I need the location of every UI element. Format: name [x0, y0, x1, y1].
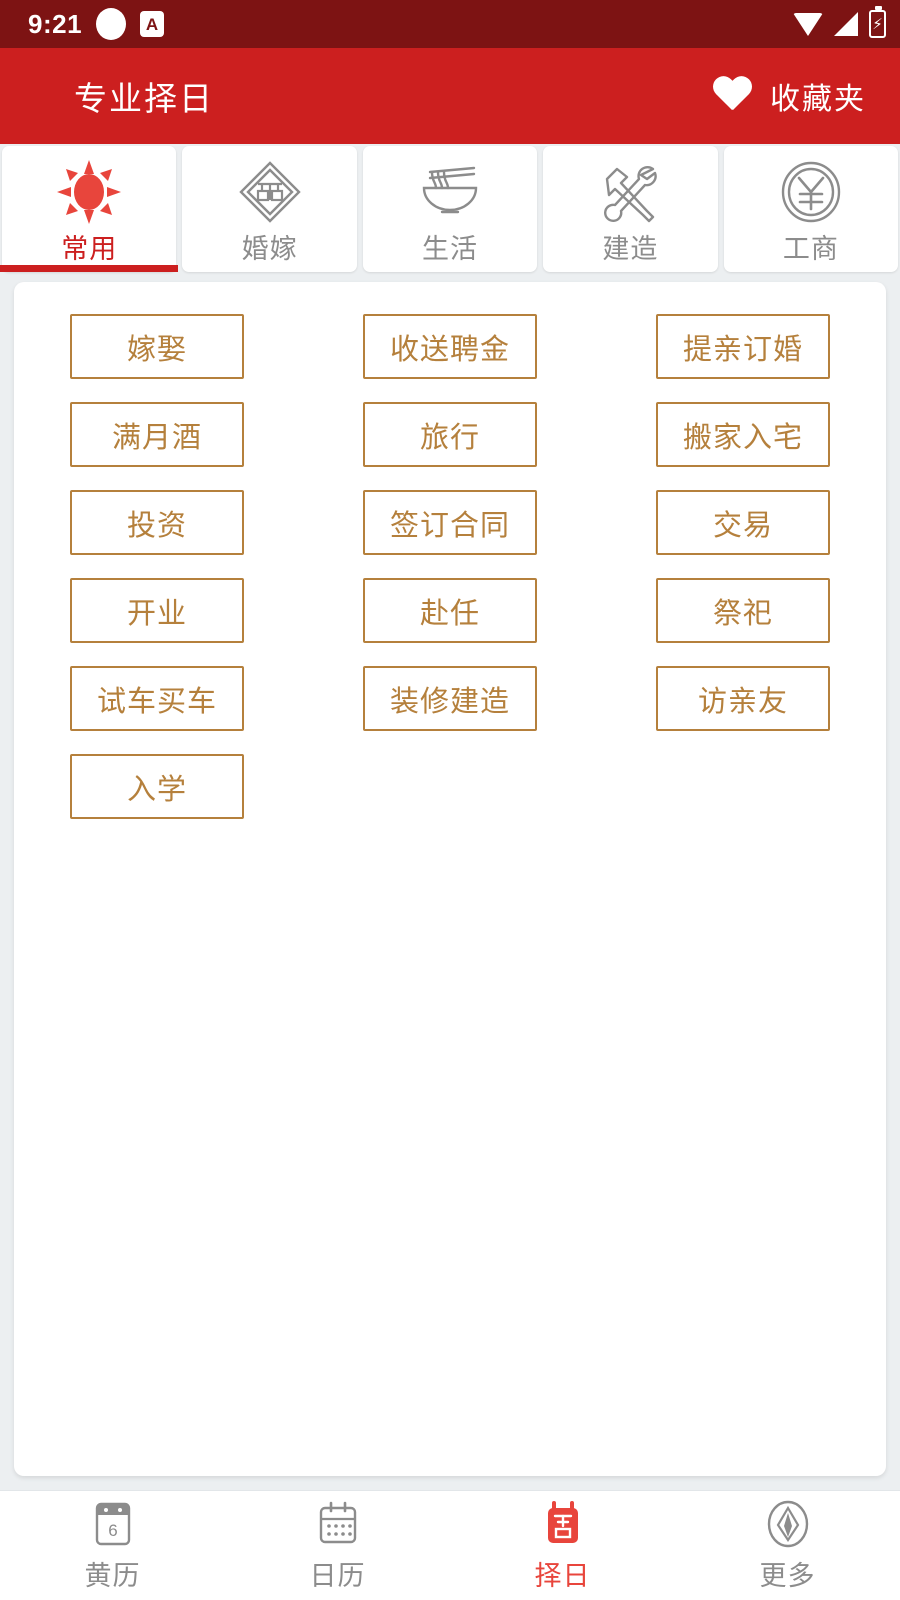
activity-button[interactable]: 旅行 [362, 402, 537, 467]
double-happiness-diamond-icon [182, 159, 356, 225]
page-title: 专业择日 [74, 80, 214, 117]
tab-jianzao[interactable]: 建造 [543, 146, 718, 272]
grid-cell: 投资 [70, 490, 305, 555]
calendar-day-icon: 6 [91, 1499, 135, 1549]
nav-item-zeri[interactable]: 择日 [450, 1499, 675, 1593]
activity-button[interactable]: 搬家入宅 [655, 402, 830, 467]
nav-label: 日历 [309, 1560, 366, 1591]
favorites-label: 收藏夹 [770, 83, 866, 116]
activity-button[interactable]: 赴任 [362, 578, 537, 643]
status-bar-left: 9:21 A [14, 8, 793, 40]
activity-button[interactable]: 装修建造 [362, 666, 537, 731]
grid-cell: 嫁娶 [70, 314, 305, 379]
activity-button[interactable]: 交易 [655, 490, 830, 555]
grid-cell: 搬家入宅 [595, 402, 830, 467]
nav-label: 黄历 [84, 1560, 141, 1591]
status-bar: 9:21 A ⚡ [0, 0, 900, 48]
bottom-navigation: 6 黄历 日历 择日 更多 [0, 1490, 900, 1600]
status-bar-clock: 9:21 [28, 8, 83, 39]
activity-card: 嫁娶 收送聘金 提亲订婚 满月酒 旅行 搬家入宅 投资 签订合同 交易 开业 赴… [14, 282, 886, 1476]
noodle-bowl-icon [363, 159, 537, 225]
tab-changyong[interactable]: 常用 [2, 146, 177, 272]
app-screen: 9:21 A ⚡ 专业择日 收藏夹 常用 婚嫁 生活 建造 工商 嫁娶 收送聘金… [0, 0, 900, 1600]
grid-cell: 访亲友 [595, 666, 830, 731]
sun-icon [2, 159, 176, 225]
nav-item-rili[interactable]: 日历 [225, 1499, 450, 1593]
tab-hunjia[interactable]: 婚嫁 [182, 146, 357, 272]
grid-cell-empty [595, 754, 830, 819]
activity-button[interactable]: 嫁娶 [70, 314, 244, 379]
grid-cell: 试车买车 [70, 666, 305, 731]
nav-label: 更多 [759, 1560, 816, 1591]
lucky-day-icon [541, 1499, 585, 1549]
grid-cell: 祭祀 [595, 578, 830, 643]
category-tab-bar: 常用 婚嫁 生活 建造 工商 [0, 144, 900, 272]
activity-button[interactable]: 满月酒 [70, 402, 244, 467]
tab-label: 建造 [602, 234, 659, 264]
more-leaf-icon [765, 1499, 811, 1549]
app-header: 专业择日 收藏夹 [0, 48, 900, 144]
signal-icon [834, 12, 858, 36]
charging-bolt-icon: ⚡ [872, 15, 883, 33]
grid-cell-empty [332, 754, 567, 819]
activity-button[interactable]: 访亲友 [655, 666, 830, 731]
activity-button[interactable]: 开业 [70, 578, 244, 643]
activity-grid: 嫁娶 收送聘金 提亲订婚 满月酒 旅行 搬家入宅 投资 签订合同 交易 开业 赴… [70, 314, 830, 819]
nav-item-huangli[interactable]: 6 黄历 [0, 1499, 225, 1593]
battery-charging-icon: ⚡ [869, 6, 886, 38]
grid-cell: 交易 [595, 490, 830, 555]
grid-cell: 满月酒 [70, 402, 305, 467]
tab-shenghuo[interactable]: 生活 [362, 146, 538, 272]
yen-coin-icon [724, 159, 898, 225]
grid-cell: 收送聘金 [332, 314, 567, 379]
tab-label: 婚嫁 [241, 234, 298, 264]
favorites-button[interactable]: 收藏夹 [712, 74, 866, 118]
content-area: 嫁娶 收送聘金 提亲订婚 满月酒 旅行 搬家入宅 投资 签订合同 交易 开业 赴… [0, 272, 900, 1490]
tab-gongshang[interactable]: 工商 [723, 146, 899, 272]
grid-cell: 签订合同 [332, 490, 567, 555]
calendar-month-icon [316, 1499, 360, 1549]
heart-icon [712, 77, 752, 115]
activity-button[interactable]: 入学 [70, 754, 244, 819]
tab-label: 生活 [422, 234, 479, 264]
activity-button[interactable]: 收送聘金 [362, 314, 537, 379]
wifi-icon [793, 12, 823, 36]
grid-cell: 入学 [70, 754, 305, 819]
activity-button[interactable]: 投资 [70, 490, 244, 555]
nav-item-gengduo[interactable]: 更多 [675, 1499, 900, 1593]
calendar-day-number: 6 [108, 1521, 117, 1540]
activity-button[interactable]: 签订合同 [362, 490, 537, 555]
grid-cell: 提亲订婚 [595, 314, 830, 379]
grid-cell: 装修建造 [332, 666, 567, 731]
tab-label: 常用 [61, 234, 118, 264]
nav-label: 择日 [534, 1560, 591, 1591]
active-tab-indicator [0, 265, 178, 272]
grid-cell: 开业 [70, 578, 305, 643]
grid-cell: 旅行 [332, 402, 567, 467]
activity-button[interactable]: 祭祀 [655, 578, 830, 643]
activity-button[interactable]: 提亲订婚 [655, 314, 830, 379]
status-bar-right: ⚡ [793, 6, 886, 38]
tab-label: 工商 [782, 234, 839, 264]
hammer-wrench-icon [543, 159, 717, 225]
a-badge-icon: A [140, 11, 165, 37]
circle-indicator-icon [96, 8, 127, 40]
grid-cell: 赴任 [332, 578, 567, 643]
activity-button[interactable]: 试车买车 [70, 666, 244, 731]
